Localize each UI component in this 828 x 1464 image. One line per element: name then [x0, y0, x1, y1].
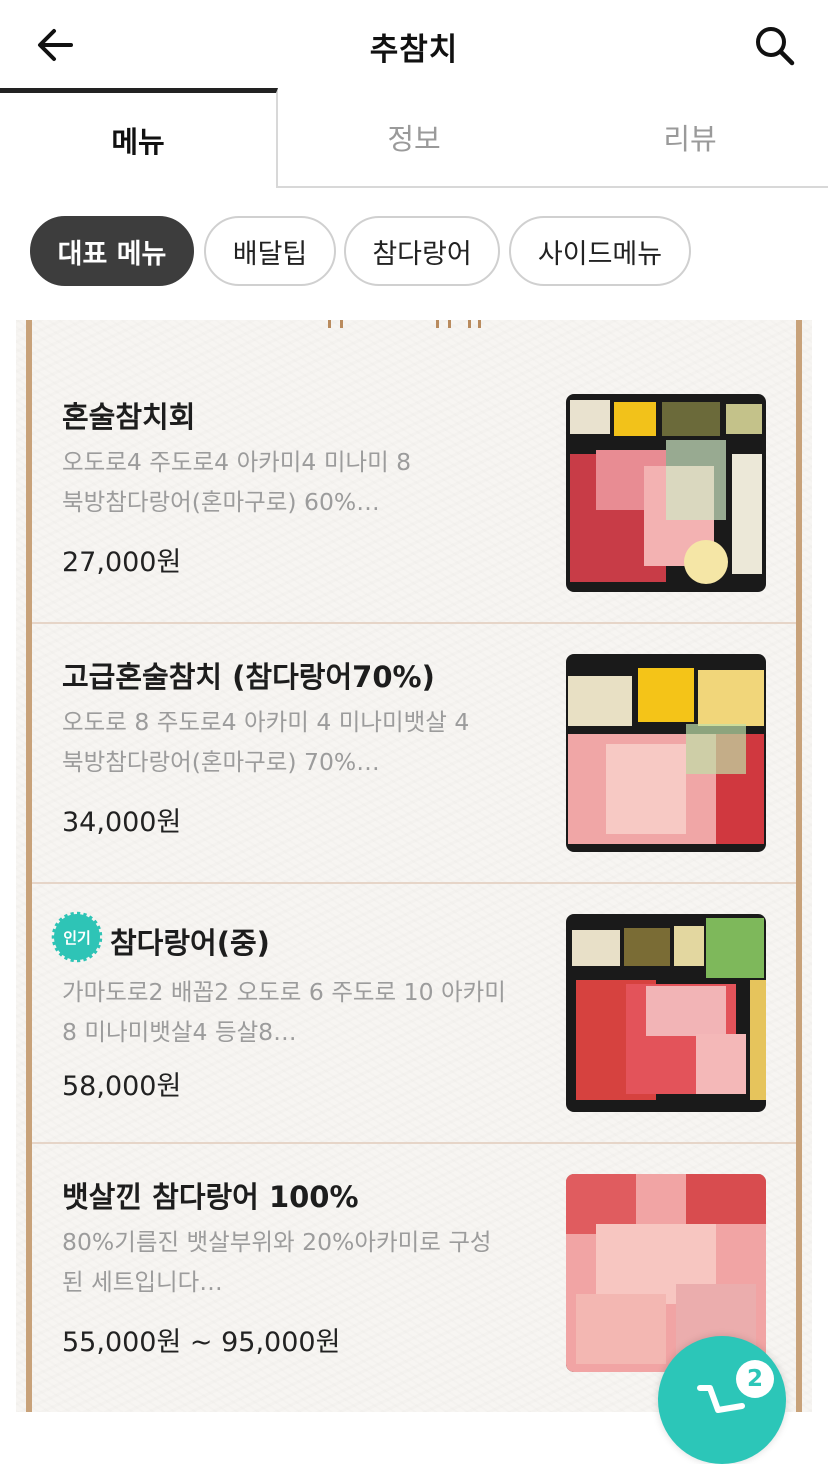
- page-title: 추참치: [369, 32, 459, 68]
- menu-item-description: 오도로 8 주도로4 아카미 4 미나미뱃살 4 북방참다랑어(혼마구로) 70…: [62, 702, 532, 782]
- menu-item-price: 27,000원: [62, 547, 182, 578]
- menu-item-photo: [566, 654, 766, 852]
- menu-item-photo: [566, 394, 766, 592]
- menu-item-description: 오도로4 주도로4 아카미4 미나미 8 북방참다랑어(혼마구로) 60%…: [62, 442, 532, 522]
- tab-review[interactable]: 리뷰: [552, 88, 828, 188]
- description-line: 북방참다랑어(혼마구로) 70%…: [62, 748, 380, 776]
- menu-item-price: 55,000원 ~ 95,000원: [62, 1327, 341, 1358]
- menu-item-price: 58,000원: [62, 1071, 182, 1102]
- menu-item-name: 참다랑어(중): [110, 926, 270, 960]
- search-button[interactable]: [748, 20, 800, 70]
- menu-item-name: 혼술참치회: [62, 400, 196, 434]
- panel-rail-right: [796, 320, 802, 1412]
- menu-item-photo: [566, 914, 766, 1112]
- tab-bar: 메뉴 정보 리뷰: [0, 88, 828, 188]
- panel-top-decoration: [326, 320, 506, 328]
- tab-menu[interactable]: 메뉴: [0, 88, 278, 187]
- chip-delivery-tip[interactable]: 배달팁: [204, 216, 336, 286]
- description-line: 된 세트입니다…: [62, 1268, 223, 1296]
- cart-icon: [697, 1385, 745, 1413]
- menu-item-name: 고급혼술참치 (참다랑어70%): [62, 660, 435, 694]
- description-line: 북방참다랑어(혼마구로) 60%…: [62, 488, 380, 516]
- chip-side-menu[interactable]: 사이드메뉴: [509, 216, 691, 286]
- menu-item-name: 뱃살낀 참다랑어 100%: [62, 1180, 359, 1214]
- menu-item-description: 80%기름진 뱃살부위와 20%아카미로 구성 된 세트입니다…: [62, 1222, 532, 1302]
- menu-panel: 혼술참치회 오도로4 주도로4 아카미4 미나미 8 북방참다랑어(혼마구로) …: [16, 320, 812, 1412]
- menu-item-price: 34,000원: [62, 807, 182, 838]
- description-line: 가마도로2 배꼽2 오도로 6 주도로 10 아카미: [62, 978, 506, 1006]
- search-icon: [756, 27, 795, 66]
- description-line: 오도로 8 주도로4 아카미 4 미나미뱃살 4: [62, 708, 470, 736]
- tab-info[interactable]: 정보: [276, 88, 552, 188]
- description-line: 오도로4 주도로4 아카미4 미나미 8: [62, 448, 412, 476]
- cart-count-badge: 2: [736, 1360, 774, 1398]
- description-line: 8 미나미뱃살4 등살8…: [62, 1018, 297, 1046]
- chip-featured-menu[interactable]: 대표 메뉴: [30, 216, 194, 286]
- menu-item[interactable]: 고급혼술참치 (참다랑어70%) 오도로 8 주도로4 아카미 4 미나미뱃살 …: [32, 624, 796, 884]
- popular-badge: 인기: [54, 914, 100, 960]
- menu-item[interactable]: 혼술참치회 오도로4 주도로4 아카미4 미나미 8 북방참다랑어(혼마구로) …: [32, 364, 796, 624]
- menu-item[interactable]: 인기 참다랑어(중) 가마도로2 배꼽2 오도로 6 주도로 10 아카미 8 …: [32, 884, 796, 1144]
- cart-button[interactable]: [658, 1336, 786, 1464]
- menu-item-description: 가마도로2 배꼽2 오도로 6 주도로 10 아카미 8 미나미뱃살4 등살8…: [62, 972, 532, 1052]
- chip-bluefin-tuna[interactable]: 참다랑어: [344, 216, 500, 286]
- app-header: 추참치: [0, 0, 828, 88]
- description-line: 80%기름진 뱃살부위와 20%아카미로 구성: [62, 1228, 492, 1256]
